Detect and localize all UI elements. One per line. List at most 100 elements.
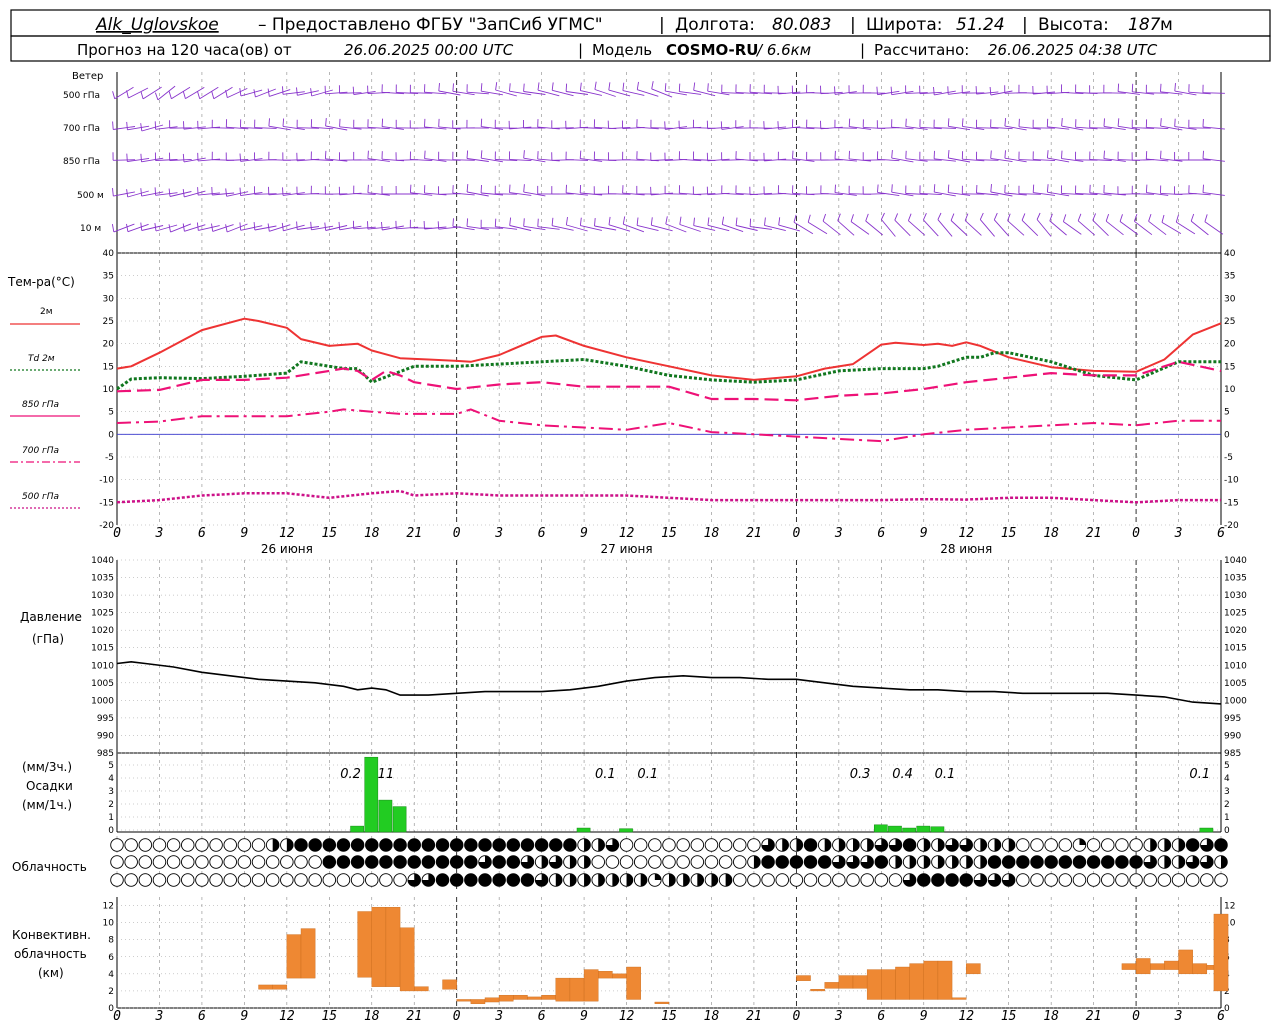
model-label: Модель xyxy=(592,41,652,59)
cloud-cover-circle xyxy=(223,873,237,887)
wind-barb-feather xyxy=(876,86,878,95)
cloud-cover-fill xyxy=(1008,838,1015,852)
temp-y-tick: -20 xyxy=(99,521,114,531)
cloud-cover-circle xyxy=(251,838,266,852)
x-tick-label: 21 xyxy=(406,526,422,541)
wind-barb-feather xyxy=(338,221,341,230)
temp-y-tick: 40 xyxy=(103,249,115,259)
wind-barb-shaft xyxy=(665,90,687,96)
forecast-prefix: Прогноз на 120 часа(ов) от xyxy=(77,41,292,59)
wind-barb-shaft xyxy=(353,193,376,195)
conv-cloud-bar xyxy=(951,997,967,1000)
cloud-cover-circle xyxy=(1058,855,1073,869)
wind-barb-shaft xyxy=(1161,222,1182,234)
wind-barb-feather xyxy=(579,82,582,91)
legend-td2m-label: Td 2м xyxy=(28,354,55,364)
cloud-cover-circle xyxy=(1016,855,1030,869)
pressure-y-tick-right: 1010 xyxy=(1224,661,1247,671)
wind-barb-feather xyxy=(509,83,511,92)
cloud-cover-circle xyxy=(393,838,407,852)
pressure-y-tick: 1010 xyxy=(91,661,114,671)
pressure-unit: (гПа) xyxy=(32,632,64,646)
wind-barb-feather xyxy=(880,212,885,220)
precip-amount-label: 0.2 xyxy=(340,767,361,782)
conv-cloud-bar xyxy=(1135,958,1151,975)
cloud-cover-circle xyxy=(492,855,506,869)
wind-barb-feather xyxy=(1160,150,1162,159)
wind-barb-shaft xyxy=(311,89,333,97)
x-tick-label: 21 xyxy=(746,1009,762,1024)
temp-y-tick-right: 40 xyxy=(1224,249,1236,259)
wind-barb-shaft xyxy=(990,191,1013,197)
cloud-cover-fill xyxy=(569,873,577,887)
conv-cloud-bar xyxy=(527,996,542,1000)
lon-label: Долгота: xyxy=(675,15,755,35)
wind-barbs xyxy=(111,81,1225,237)
wind-barb-feather xyxy=(509,184,511,193)
cloud-cover-circle xyxy=(478,873,492,887)
cloud-cover-circle xyxy=(704,855,719,869)
wind-barb-feather xyxy=(197,91,201,99)
cloud-cover-circle xyxy=(237,855,252,869)
cloud-cover-circle xyxy=(124,873,138,887)
x-tick-label: 3 xyxy=(1174,1009,1183,1024)
wind-barb-shaft xyxy=(1021,219,1039,237)
x-tick-label: 6 xyxy=(198,1009,206,1024)
wind-barb-shaft xyxy=(964,220,982,236)
cloud-cover-circle xyxy=(747,873,761,887)
wind-barb-feather xyxy=(281,222,284,231)
x-tick-label: 12 xyxy=(619,1009,635,1024)
left-labels: Ветер 500 гПа 700 гПа 850 гПа 500 м 10 м… xyxy=(7,71,104,980)
conv-cloud-bar xyxy=(272,984,288,990)
pressure-y-tick-right: 985 xyxy=(1224,749,1241,759)
lat-label: Широта: xyxy=(866,15,942,35)
cloud-cover-circle xyxy=(1101,873,1115,887)
wind-barb-feather xyxy=(1190,213,1195,222)
cloud-cover-circle xyxy=(336,838,351,852)
precip-y-tick-right: 0 xyxy=(1224,826,1230,836)
cloud-cover-circle xyxy=(888,873,903,887)
wind-barb-feather xyxy=(523,184,525,193)
pressure-y-tick: 1015 xyxy=(91,644,114,654)
wind-barb-feather xyxy=(253,89,256,98)
wind-barb-shaft xyxy=(1077,220,1096,236)
precip-bar xyxy=(619,828,633,833)
temp-y-tick: -5 xyxy=(105,453,114,463)
wind-barb-feather xyxy=(112,121,114,130)
cloud-cover-circle xyxy=(1030,838,1044,852)
wind-barb-feather xyxy=(1117,83,1120,92)
day-label: 27 июня xyxy=(601,542,653,556)
cloud-cover-circle xyxy=(1044,873,1058,887)
wind-barb-feather xyxy=(1117,118,1120,127)
wind-barb-shaft xyxy=(1092,219,1109,237)
cloud-cover-fill xyxy=(867,838,874,852)
precip-bar xyxy=(888,825,902,833)
temp-y-tick-right: 30 xyxy=(1224,294,1236,304)
cloud-cover-circle xyxy=(308,855,322,869)
header: Alk_Uglovskoe – Предоставлено ФГБУ "ЗапС… xyxy=(10,9,1271,62)
temp-y-tick-right: -10 xyxy=(1224,476,1239,486)
cloud-cover-circle xyxy=(223,838,237,852)
cloud-cover-circle xyxy=(846,873,860,887)
wind-barb-shaft xyxy=(979,219,995,237)
wind-barb-feather xyxy=(537,82,540,91)
cloud-cover-circle xyxy=(520,873,535,887)
cloud-cover-circle xyxy=(464,873,478,887)
wind-barb-shaft xyxy=(993,219,1010,237)
cloud-cover-circle xyxy=(407,838,421,852)
cloud-cover-circle xyxy=(322,873,337,887)
conv-cloud-bar xyxy=(442,979,457,990)
cloud-cover-circle xyxy=(449,838,464,852)
wind-barb-feather xyxy=(225,188,228,197)
cloud-cover-circle xyxy=(860,873,874,887)
wind-barb-feather xyxy=(1204,214,1208,222)
wind-barb-feather xyxy=(651,81,654,89)
precip-amount-label: 0.1 xyxy=(595,767,616,782)
cloud-cover-fill xyxy=(824,838,831,852)
x-tick-label: 6 xyxy=(877,1009,885,1024)
wind-barb-feather xyxy=(381,118,384,127)
conv-cloud-bar xyxy=(414,986,429,992)
pressure-y-tick: 1020 xyxy=(91,626,114,636)
cloud-cover-circle xyxy=(365,873,379,887)
wind-barb-feather xyxy=(720,121,723,130)
